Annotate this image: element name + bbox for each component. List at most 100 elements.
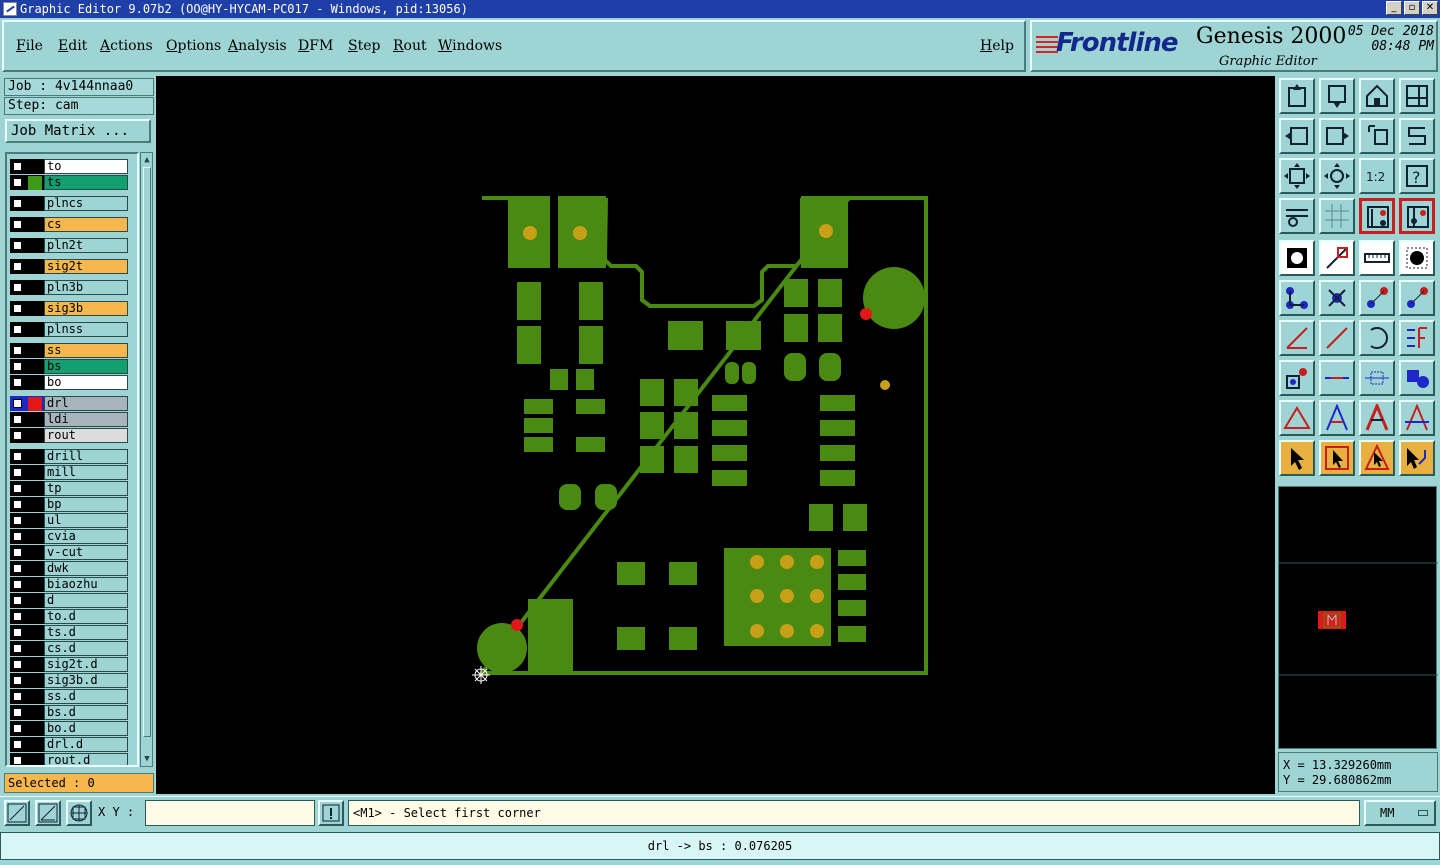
add-node-button[interactable] [1399,280,1435,316]
pad-node-button[interactable] [1279,360,1315,396]
pointer-button[interactable] [1279,440,1315,476]
scroll-up-icon[interactable]: ▲ [142,154,152,166]
layer-checkbox[interactable] [13,628,22,637]
layer-checkbox[interactable] [13,178,22,187]
layer-name[interactable]: bs.d [44,705,128,720]
layer-checkbox[interactable] [13,220,22,229]
diagonal-line-button[interactable] [1319,320,1355,356]
layer-row-ss[interactable]: ss [10,343,128,358]
layer-checkbox[interactable] [13,660,22,669]
layer-checkbox[interactable] [13,676,22,685]
layer-name[interactable]: bs [44,359,128,374]
layer-name[interactable]: drl.d [44,737,128,752]
pan-left-button[interactable] [1279,118,1315,154]
layer-name[interactable]: rout.d [44,753,128,765]
snap-angle-button[interactable] [35,800,61,826]
layer-row-biaozhu[interactable]: biaozhu [10,577,128,592]
layer-checkbox[interactable] [13,500,22,509]
layer-row-tp[interactable]: tp [10,481,128,496]
dropdown-icon[interactable] [1418,810,1428,816]
layer-name[interactable]: bp [44,497,128,512]
layer-row-drl.d[interactable]: drl.d [10,737,128,752]
layer-checkbox[interactable] [13,612,22,621]
layer-name[interactable]: sig3b.d [44,673,128,688]
layer-row-bs[interactable]: bs [10,359,128,374]
layer-row-ldi[interactable]: ldi [10,412,128,427]
layer-name[interactable]: pln3b [44,280,128,295]
layer-row-ts[interactable]: ts [10,175,128,190]
menu-dfm[interactable]: DFM [298,38,333,54]
menu-step[interactable]: Step [348,38,380,54]
layer-name[interactable]: bo.d [44,721,128,736]
layer-row-cs.d[interactable]: cs.d [10,641,128,656]
layer-name[interactable]: dwk [44,561,128,576]
layer-name[interactable]: sig3b [44,301,128,316]
connect-nodes-button[interactable] [1279,280,1315,316]
layer-name[interactable]: biaozhu [44,577,128,592]
layer-row-cvia[interactable]: cvia [10,529,128,544]
layer-name[interactable]: pln2t [44,238,128,253]
close-button[interactable]: ✕ [1422,1,1438,15]
angle-line-button[interactable] [1279,320,1315,356]
layer-checkbox[interactable] [13,708,22,717]
layer-row-rout[interactable]: rout [10,428,128,443]
layer-name[interactable]: drl [44,396,128,411]
menu-windows[interactable]: Windows [438,38,502,54]
layer-checkbox[interactable] [13,346,22,355]
units-select[interactable]: MM [1364,800,1436,826]
layer-row-d[interactable]: d [10,593,128,608]
layer-checkbox[interactable] [13,362,22,371]
layer-name[interactable]: d [44,593,128,608]
layer-checkbox[interactable] [13,399,22,408]
layer-checkbox[interactable] [13,325,22,334]
layer-name[interactable]: sig2t.d [44,657,128,672]
select-pad-button[interactable] [1279,240,1315,276]
zoom-fit-button[interactable] [1279,158,1315,194]
alert-icon[interactable] [318,800,344,826]
pcb-board[interactable] [156,76,1275,794]
layer-checkbox[interactable] [13,644,22,653]
layer-row-pln3b[interactable]: pln3b [10,280,128,295]
select-round-button[interactable] [1399,240,1435,276]
layer-name[interactable]: sig2t [44,259,128,274]
layer-name[interactable]: cs [44,217,128,232]
minimize-button[interactable]: _ [1386,1,1402,15]
overview-map[interactable] [1278,486,1438,749]
layer-name[interactable]: to [44,159,128,174]
triangle-b-button[interactable] [1319,400,1355,436]
triangle-a-button[interactable] [1279,400,1315,436]
layer-row-dwk[interactable]: dwk [10,561,128,576]
pan-down-button[interactable] [1319,78,1355,114]
grid-button[interactable] [1319,198,1355,234]
layer-row-sig3b.d[interactable]: sig3b.d [10,673,128,688]
layer-row-mill[interactable]: mill [10,465,128,480]
layer-name[interactable]: mill [44,465,128,480]
layer-row-sig3b[interactable]: sig3b [10,301,128,316]
layer-checkbox[interactable] [13,516,22,525]
layer-name[interactable]: ldi [44,412,128,427]
triangle-c-button[interactable] [1359,400,1395,436]
measure-tool-button[interactable] [1279,198,1315,234]
layer-checkbox[interactable] [13,740,22,749]
menu-analysis[interactable]: Analysis [228,38,287,54]
layer-row-pln2t[interactable]: pln2t [10,238,128,253]
pan-up-button[interactable] [1279,78,1315,114]
layer-checkbox[interactable] [13,241,22,250]
route-pointer-button[interactable] [1399,440,1435,476]
layer-row-sig2t.d[interactable]: sig2t.d [10,657,128,672]
layer-checkbox[interactable] [13,378,22,387]
delete-node-button[interactable] [1319,280,1355,316]
pointer-mode-button[interactable] [1359,440,1395,476]
layer-name[interactable]: cs.d [44,641,128,656]
menu-help[interactable]: Help [980,38,1014,54]
snap-grid-button[interactable] [66,800,92,826]
layer-row-ss.d[interactable]: ss.d [10,689,128,704]
layer-checkbox[interactable] [13,283,22,292]
graphic-canvas[interactable] [156,76,1275,794]
layer-scrollbar[interactable]: ▲ ▼ [140,152,153,767]
layer-checkbox[interactable] [13,415,22,424]
layer-name[interactable]: ts [44,175,128,190]
layer-checkbox[interactable] [13,756,22,765]
layer-name[interactable]: ul [44,513,128,528]
layer-checkbox[interactable] [13,596,22,605]
